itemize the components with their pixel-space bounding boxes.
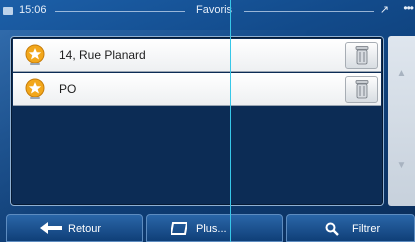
arrow-left-icon bbox=[40, 222, 62, 234]
status-bar: 15:06 Favoris ↗ ••• bbox=[0, 0, 415, 22]
favorite-label: PO bbox=[59, 82, 77, 96]
list-item[interactable]: 14, Rue Planard bbox=[13, 39, 381, 72]
scroll-down-button[interactable]: ▼ bbox=[388, 156, 415, 176]
favorites-list: 14, Rue Planard PO bbox=[10, 36, 384, 206]
bottom-toolbar: Retour Plus... Filtrer bbox=[0, 214, 415, 242]
scrollbar[interactable]: ▲ ▼ bbox=[388, 36, 415, 206]
gps-icon: ↗ bbox=[379, 4, 389, 16]
menu-dots-icon[interactable]: ••• bbox=[403, 1, 414, 15]
back-button[interactable]: Retour bbox=[6, 214, 143, 242]
filter-button[interactable]: Filtrer bbox=[286, 214, 415, 242]
star-pin-icon bbox=[25, 78, 45, 99]
back-label: Retour bbox=[68, 223, 102, 235]
search-icon bbox=[325, 222, 339, 236]
battery-icon bbox=[3, 7, 13, 15]
filter-label: Filtrer bbox=[352, 223, 381, 235]
favorite-label: 14, Rue Planard bbox=[59, 48, 146, 62]
scroll-up-button[interactable]: ▲ bbox=[388, 64, 415, 84]
list-item[interactable]: PO bbox=[13, 73, 381, 106]
trash-icon bbox=[355, 80, 369, 99]
delete-button[interactable] bbox=[345, 42, 378, 69]
overlay-line bbox=[230, 0, 231, 242]
more-button[interactable]: Plus... bbox=[146, 214, 283, 242]
title-divider-right bbox=[244, 11, 374, 12]
more-label: Plus... bbox=[196, 223, 227, 235]
clock: 15:06 bbox=[19, 4, 47, 16]
title-divider-left bbox=[55, 11, 185, 12]
more-icon bbox=[171, 222, 187, 235]
star-pin-icon bbox=[25, 44, 45, 65]
page-title: Favoris bbox=[196, 4, 233, 16]
delete-button[interactable] bbox=[345, 76, 378, 103]
trash-icon bbox=[355, 46, 369, 65]
app-screen: 15:06 Favoris ↗ ••• 14, Rue Planard PO ▲… bbox=[0, 0, 415, 242]
